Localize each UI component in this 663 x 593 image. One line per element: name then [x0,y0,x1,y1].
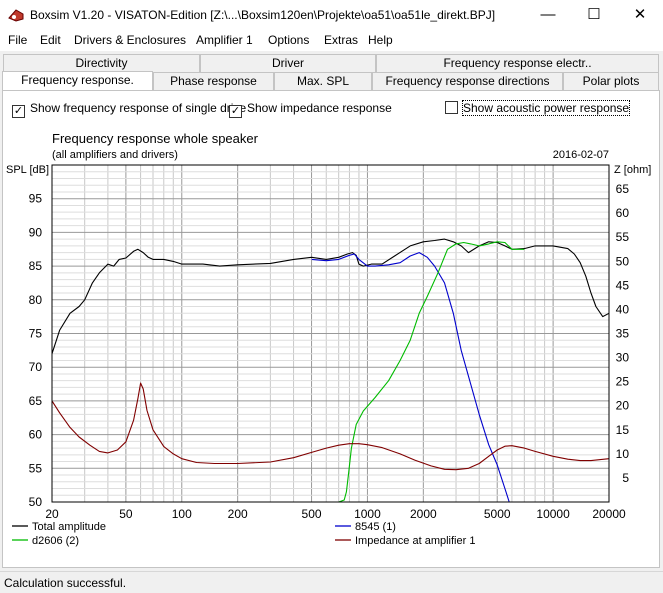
minimize-button[interactable]: — [525,0,571,30]
tab-page [2,90,660,568]
status-text: Calculation successful. [4,576,127,590]
acoustic-power-checkbox[interactable]: Show acoustic power response [445,100,631,117]
tab-max-spl[interactable]: Max. SPL [274,72,372,90]
checkbox-checked-icon[interactable]: ✓ [229,105,242,118]
app-logo-icon [8,9,24,22]
tab-frequency-response-directions[interactable]: Frequency response directions [372,72,563,90]
status-bar: Calculation successful. [0,571,663,593]
tab-frequency-response-electrical[interactable]: Frequency response electr.. [376,54,659,72]
impedance-checkbox[interactable]: ✓ Show impedance response [229,101,392,118]
menu-amplifier[interactable]: Amplifier 1 [196,33,253,47]
tab-frequency-response[interactable]: Frequency response. [2,71,153,91]
maximize-button[interactable]: ☐ [571,0,617,30]
tab-directivity[interactable]: Directivity [3,54,200,72]
menu-bar: File Edit Drivers & Enclosures Amplifier… [0,30,663,51]
menu-extras[interactable]: Extras [324,33,358,47]
tab-phase-response[interactable]: Phase response [153,72,274,90]
checkbox-checked-icon[interactable]: ✓ [12,105,25,118]
menu-edit[interactable]: Edit [40,33,61,47]
menu-drivers[interactable]: Drivers & Enclosures [74,33,186,47]
title-bar: Boxsim V1.20 - VISATON-Edition [Z:\...\B… [0,0,663,30]
single-drive-checkbox[interactable]: ✓ Show frequency response of single drive [12,101,246,118]
window-title: Boxsim V1.20 - VISATON-Edition [Z:\...\B… [30,8,496,22]
menu-help[interactable]: Help [368,33,393,47]
tab-polar-plots[interactable]: Polar plots [563,72,659,90]
menu-options[interactable]: Options [268,33,309,47]
tab-driver[interactable]: Driver [200,54,376,72]
checkbox-unchecked-icon[interactable] [445,101,458,114]
menu-file[interactable]: File [8,33,27,47]
close-button[interactable]: ✕ [617,0,663,30]
